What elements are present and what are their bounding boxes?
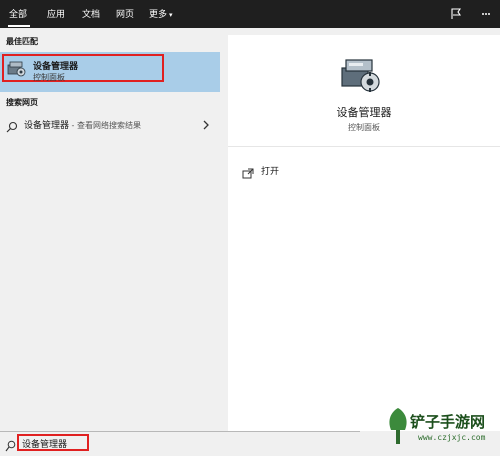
tab-more-label: 更多: [149, 10, 168, 20]
best-match-heading: 最佳匹配: [6, 37, 38, 46]
search-web-heading: 搜索网页: [6, 98, 38, 107]
device-manager-large-icon: [340, 56, 382, 98]
more-options-icon[interactable]: [479, 6, 493, 20]
search-icon: [5, 437, 16, 456]
web-search-suffix: 查看网络搜索结果: [77, 121, 141, 130]
watermark-logo-icon: [389, 408, 407, 444]
web-search-result[interactable]: 设备管理器 - 查看网络搜索结果: [0, 114, 220, 136]
web-search-query: 设备管理器: [24, 121, 70, 131]
watermark-text: 铲子手游网: [410, 413, 486, 431]
active-tab-indicator: [8, 25, 30, 27]
best-match-title: 设备管理器: [33, 62, 79, 72]
preview-divider: [228, 146, 500, 147]
preview-subtitle: 控制面板: [348, 123, 380, 132]
tab-all[interactable]: 全部: [9, 7, 27, 20]
open-icon: [242, 164, 254, 183]
search-scope-tabs: 全部 应用 文档 网页 更多 ▾: [0, 0, 500, 28]
preview-title: 设备管理器: [336, 106, 392, 119]
tab-apps[interactable]: 应用: [47, 7, 65, 20]
watermark-url: www.czjxjc.com: [418, 433, 486, 442]
best-match-subtitle: 控制面板: [33, 73, 65, 82]
search-bar-focus-line: [0, 431, 360, 432]
search-icon: [6, 118, 18, 137]
search-input[interactable]: 设备管理器: [22, 437, 67, 450]
open-action-label: 打开: [261, 167, 280, 177]
feedback-icon[interactable]: [449, 6, 463, 20]
web-search-text: 设备管理器 - 查看网络搜索结果: [24, 118, 141, 131]
tab-web[interactable]: 网页: [116, 7, 134, 20]
chevron-down-icon: ▾: [169, 11, 173, 19]
device-manager-icon: [7, 60, 27, 82]
tab-more[interactable]: 更多 ▾: [149, 7, 173, 20]
web-search-separator: -: [69, 121, 77, 130]
tab-documents[interactable]: 文档: [82, 7, 100, 20]
best-match-result[interactable]: 设备管理器 控制面板: [0, 52, 220, 92]
chevron-right-icon[interactable]: [201, 117, 211, 136]
